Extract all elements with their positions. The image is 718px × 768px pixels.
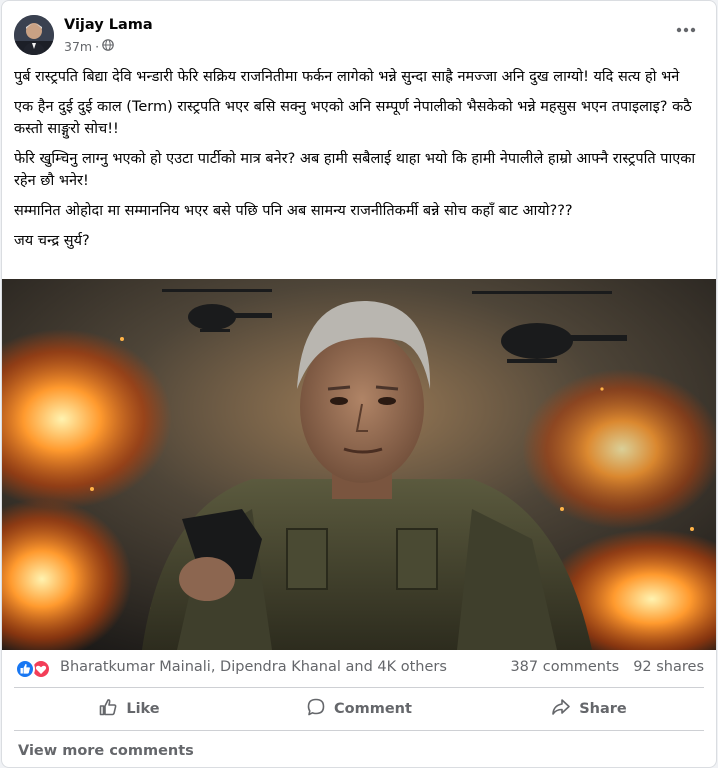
reactions-bar: Bharatkumar Mainali, Dipendra Khanal and… bbox=[14, 657, 704, 681]
time-separator: · bbox=[95, 39, 100, 54]
post-paragraph: एक हैन दुई दुई काल (Term) रास्ट्रपति भएर… bbox=[14, 99, 692, 137]
author-avatar[interactable] bbox=[14, 15, 54, 55]
like-icon bbox=[98, 697, 118, 721]
view-more-comments-link[interactable]: View more comments bbox=[18, 743, 194, 759]
post-card: Vijay Lama 37m · पुर्ब रास्ट्रपति बिद्या… bbox=[1, 0, 717, 768]
more-options-icon[interactable] bbox=[674, 21, 698, 41]
divider bbox=[14, 687, 704, 688]
post-meta: 37m · bbox=[64, 39, 114, 54]
divider bbox=[14, 730, 704, 731]
share-icon bbox=[551, 697, 571, 721]
reaction-icons[interactable] bbox=[14, 659, 54, 679]
like-label: Like bbox=[126, 701, 160, 717]
comments-count[interactable]: 387 comments bbox=[510, 659, 619, 675]
action-bar: Like Comment Share bbox=[14, 691, 704, 727]
post-paragraph: फेरि खुम्चिनु लाग्नु भएको हो एउटा पार्टी… bbox=[14, 151, 696, 189]
post-text: पुर्ब रास्ट्रपति बिद्या देवि भन्डारी फेर… bbox=[14, 66, 698, 260]
post-paragraph: सम्मानित ओहोदा मा सम्माननिय भएर बसे पछि … bbox=[14, 203, 573, 219]
like-reaction-icon bbox=[15, 659, 35, 679]
comment-label: Comment bbox=[334, 701, 412, 717]
post-time[interactable]: 37m bbox=[64, 39, 92, 54]
post-header: Vijay Lama 37m · bbox=[14, 15, 704, 59]
reaction-stats: 387 comments 92 shares bbox=[510, 659, 704, 675]
share-button[interactable]: Share bbox=[474, 691, 704, 727]
shares-count[interactable]: 92 shares bbox=[633, 659, 704, 675]
reaction-names[interactable]: Bharatkumar Mainali, Dipendra Khanal and… bbox=[60, 659, 447, 675]
post-paragraph: पुर्ब रास्ट्रपति बिद्या देवि भन्डारी फेर… bbox=[14, 69, 680, 85]
post-paragraph: जय चन्द्र सुर्य? bbox=[14, 233, 90, 249]
comment-icon bbox=[306, 697, 326, 721]
post-image[interactable] bbox=[2, 279, 716, 650]
share-label: Share bbox=[579, 701, 627, 717]
like-button[interactable]: Like bbox=[14, 691, 244, 727]
author-name[interactable]: Vijay Lama bbox=[64, 17, 153, 33]
comment-button[interactable]: Comment bbox=[244, 691, 474, 727]
globe-icon bbox=[102, 39, 114, 54]
